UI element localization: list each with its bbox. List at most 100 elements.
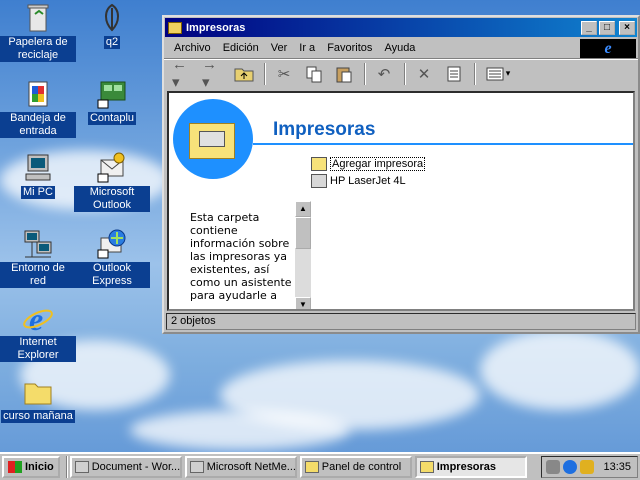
netmeeting-icon bbox=[189, 461, 204, 473]
close-button[interactable]: × bbox=[619, 20, 635, 35]
task-printers[interactable]: Impresoras bbox=[414, 456, 527, 478]
recycle-bin-icon bbox=[21, 2, 55, 34]
desktop-icon-q2[interactable]: q2 bbox=[74, 2, 150, 49]
desktop-icon-internet-explorer[interactable]: e Internet Explorer bbox=[0, 301, 76, 362]
minimize-button[interactable]: _ bbox=[581, 20, 597, 35]
toolbar-separator bbox=[364, 62, 366, 85]
up-folder-icon[interactable] bbox=[232, 63, 256, 85]
toolbar-separator bbox=[474, 62, 476, 85]
desktop-icon-recycle-bin[interactable]: Papelera de reciclaje bbox=[0, 2, 76, 62]
back-icon[interactable]: ← ▾ bbox=[172, 56, 196, 91]
desktop-icon-label: Entorno de red bbox=[0, 262, 76, 288]
printers-window[interactable]: Impresoras _ □ × Archivo Edición Ver Ir … bbox=[162, 15, 640, 334]
toolbar: ← ▾ → ▾ ✂ ↶ ✕ ▾ bbox=[164, 56, 638, 91]
windows-logo-icon bbox=[8, 461, 22, 473]
desktop-icon-label: Bandeja de entrada bbox=[0, 112, 76, 138]
description-scrollbar[interactable]: ▲ ▼ bbox=[295, 201, 311, 309]
menu-bar: Archivo Edición Ver Ir a Favoritos Ayuda… bbox=[164, 38, 638, 58]
desktop-icon-curso-manana[interactable]: curso mañana bbox=[0, 376, 76, 423]
printer-icon bbox=[311, 173, 327, 188]
folder-icon bbox=[21, 376, 55, 408]
title-bar[interactable]: Impresoras _ □ × bbox=[165, 18, 637, 37]
list-item-hp-laserjet[interactable]: HP LaserJet 4L bbox=[311, 172, 425, 189]
desktop-icon-inbox[interactable]: Bandeja de entrada bbox=[0, 78, 76, 138]
delete-icon[interactable]: ✕ bbox=[412, 63, 436, 85]
task-document-word[interactable]: Document - Wor... bbox=[69, 456, 182, 478]
menu-edicion[interactable]: Edición bbox=[217, 42, 265, 54]
folder-view[interactable]: Impresoras Esta carpeta contiene informa… bbox=[167, 91, 635, 311]
taskbar: Inicio Document - Wor... Microsoft NetMe… bbox=[0, 452, 640, 480]
menu-ver[interactable]: Ver bbox=[265, 42, 294, 54]
maximize-button[interactable]: □ bbox=[599, 20, 615, 35]
views-icon[interactable]: ▾ bbox=[482, 63, 514, 85]
scroll-thumb[interactable] bbox=[295, 217, 311, 249]
undo-icon[interactable]: ↶ bbox=[372, 63, 396, 85]
svg-text:e: e bbox=[29, 302, 43, 334]
outlook-express-icon bbox=[95, 228, 129, 260]
desktop-icon-label: Internet Explorer bbox=[0, 336, 76, 362]
printers-badge-icon bbox=[173, 99, 253, 179]
toolbar-separator bbox=[404, 62, 406, 85]
tray-monitor-icon[interactable] bbox=[546, 460, 561, 474]
cloud bbox=[480, 330, 640, 410]
desktop-icon-label: Mi PC bbox=[21, 186, 55, 199]
desktop-icon-mi-pc[interactable]: Mi PC bbox=[0, 152, 76, 199]
heading-rule bbox=[253, 143, 633, 145]
task-label: Microsoft NetMe... bbox=[206, 461, 296, 473]
system-tray: 13:35 bbox=[541, 456, 638, 478]
ie-throbber-icon: e bbox=[580, 39, 636, 58]
desktop-icon-label: q2 bbox=[103, 36, 121, 49]
desktop-icon-label: Contaplu bbox=[87, 112, 137, 125]
quake-icon bbox=[95, 2, 129, 34]
desktop-icon-outlook-express[interactable]: Outlook Express bbox=[74, 228, 150, 288]
list-item-add-printer[interactable]: Agregar impresora bbox=[311, 155, 426, 172]
menu-ir-a[interactable]: Ir a bbox=[293, 42, 321, 54]
printers-folder-icon bbox=[168, 21, 182, 34]
internet-explorer-icon: e bbox=[21, 301, 55, 337]
desktop-icon-label: Microsoft Outlook bbox=[74, 186, 150, 212]
list-item-label: Agregar impresora bbox=[330, 156, 426, 171]
task-label: Panel de control bbox=[321, 461, 402, 473]
toolbar-separator bbox=[264, 62, 266, 85]
desktop-icon-outlook[interactable]: Microsoft Outlook bbox=[74, 152, 150, 212]
clock[interactable]: 13:35 bbox=[603, 461, 631, 473]
word-document-icon bbox=[74, 461, 89, 473]
cloud bbox=[130, 410, 350, 450]
computer-icon bbox=[21, 152, 55, 184]
task-label: Impresoras bbox=[436, 461, 497, 473]
menu-favoritos[interactable]: Favoritos bbox=[321, 42, 378, 54]
folder-heading: Impresoras bbox=[273, 119, 376, 140]
forward-icon[interactable]: → ▾ bbox=[202, 56, 226, 91]
desktop-icon-network[interactable]: Entorno de red bbox=[0, 228, 76, 288]
scroll-down-button[interactable]: ▼ bbox=[295, 297, 311, 309]
scroll-up-button[interactable]: ▲ bbox=[295, 201, 311, 217]
cut-icon[interactable]: ✂ bbox=[272, 63, 296, 85]
desktop-icon-label: Papelera de reciclaje bbox=[0, 36, 76, 62]
printers-folder-icon bbox=[419, 461, 434, 473]
task-control-panel[interactable]: Panel de control bbox=[299, 456, 412, 478]
start-label: Inicio bbox=[25, 461, 54, 473]
tray-ie-icon[interactable] bbox=[563, 460, 578, 474]
menu-ayuda[interactable]: Ayuda bbox=[378, 42, 421, 54]
tray-speaker-icon[interactable] bbox=[580, 460, 595, 474]
desktop-icon-label: Outlook Express bbox=[74, 262, 150, 288]
properties-icon[interactable] bbox=[442, 63, 466, 85]
status-bar: 2 objetos bbox=[166, 313, 636, 330]
desktop-icon-label: curso mañana bbox=[1, 410, 75, 423]
copy-icon[interactable] bbox=[302, 63, 326, 85]
status-text: 2 objetos bbox=[171, 315, 216, 327]
window-title: Impresoras bbox=[186, 21, 246, 34]
menu-archivo[interactable]: Archivo bbox=[168, 42, 217, 54]
paste-icon[interactable] bbox=[332, 63, 356, 85]
network-icon bbox=[21, 228, 55, 260]
add-printer-icon bbox=[311, 156, 327, 171]
control-panel-icon bbox=[304, 461, 319, 473]
taskbar-separator bbox=[65, 456, 68, 478]
desktop-icon-contaplu[interactable]: Contaplu bbox=[74, 78, 150, 125]
item-list: Agregar impresora HP LaserJet 4L bbox=[311, 155, 426, 189]
start-button[interactable]: Inicio bbox=[2, 456, 60, 478]
inbox-icon bbox=[21, 78, 55, 110]
list-item-label: HP LaserJet 4L bbox=[330, 174, 406, 187]
contaplu-icon bbox=[95, 78, 129, 110]
task-netmeeting[interactable]: Microsoft NetMe... bbox=[184, 456, 297, 478]
